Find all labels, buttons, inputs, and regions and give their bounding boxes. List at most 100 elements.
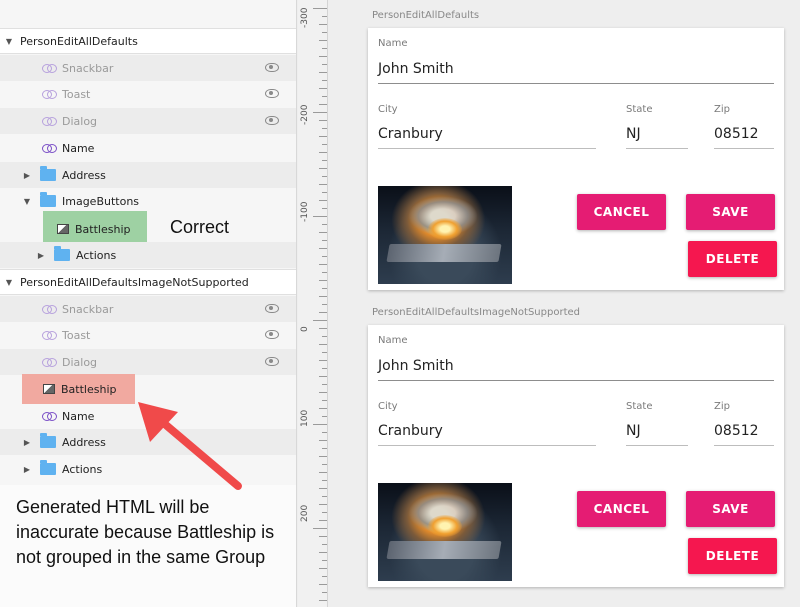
city-field[interactable]: Cranbury	[378, 423, 443, 439]
ruler-tick	[313, 320, 327, 321]
eye-icon[interactable]	[265, 357, 279, 366]
ruler-tick	[322, 576, 327, 577]
delete-button[interactable]: DELETE	[688, 241, 777, 277]
ruler-tick	[319, 584, 327, 585]
hull-graphic	[386, 244, 502, 262]
layer-label: Actions	[76, 248, 117, 262]
ruler-tick	[319, 312, 327, 313]
ruler-tick	[322, 144, 327, 145]
annotation-arrow	[138, 402, 242, 490]
zip-label: Zip	[714, 401, 730, 412]
ruler-tick	[322, 208, 327, 209]
layer-snackbar[interactable]: Snackbar	[0, 55, 296, 81]
ruler-tick	[319, 488, 327, 489]
chevron-right-icon[interactable]: ▶	[22, 171, 32, 180]
save-button[interactable]: SAVE	[686, 194, 775, 230]
ruler-label: -300	[300, 7, 310, 28]
layer-actions-folder[interactable]: ▶ Actions	[0, 242, 296, 268]
state-underline	[626, 148, 688, 149]
state-field[interactable]: NJ	[626, 126, 641, 142]
ruler-tick	[319, 520, 327, 521]
city-underline	[378, 148, 596, 149]
layer-dialog[interactable]: Dialog	[0, 108, 296, 134]
chevron-down-icon[interactable]: ▼	[4, 37, 14, 46]
ruler-tick	[322, 16, 327, 17]
person-edit-card: Name John Smith City Cranbury State NJ Z…	[368, 325, 784, 587]
layer-dialog[interactable]: Dialog	[0, 349, 296, 375]
symbol-icon	[42, 357, 57, 367]
zip-field[interactable]: 08512	[714, 423, 759, 439]
ruler-tick	[313, 8, 327, 9]
delete-button[interactable]: DELETE	[688, 538, 777, 574]
ruler-tick	[319, 328, 327, 329]
layer-battleship-correct[interactable]: Battleship	[0, 216, 296, 242]
eye-icon[interactable]	[265, 304, 279, 313]
zip-underline	[714, 445, 774, 446]
ruler-tick	[322, 304, 327, 305]
ruler-tick	[319, 232, 327, 233]
zip-field[interactable]: 08512	[714, 126, 759, 142]
save-button[interactable]: SAVE	[686, 491, 775, 527]
chevron-right-icon[interactable]: ▶	[22, 465, 32, 474]
ruler-tick	[319, 344, 327, 345]
city-underline	[378, 445, 596, 446]
ruler-tick	[319, 248, 327, 249]
layer-label: Snackbar	[62, 61, 114, 75]
eye-icon[interactable]	[265, 63, 279, 72]
ruler-tick	[322, 384, 327, 385]
ruler-tick	[319, 568, 327, 569]
ruler-tick	[322, 432, 327, 433]
state-field[interactable]: NJ	[626, 423, 641, 439]
image-icon	[43, 384, 55, 394]
name-field[interactable]: John Smith	[378, 358, 454, 374]
layer-group-image-not-supported[interactable]: ▼ PersonEditAllDefaultsImageNotSupported	[0, 269, 296, 295]
layer-name[interactable]: Name	[0, 135, 296, 161]
eye-icon[interactable]	[265, 330, 279, 339]
ruler-tick	[322, 176, 327, 177]
ruler-tick	[322, 288, 327, 289]
layer-label: Dialog	[62, 355, 98, 369]
ruler-tick	[322, 96, 327, 97]
ruler-tick	[322, 48, 327, 49]
layer-snackbar[interactable]: Snackbar	[0, 296, 296, 322]
name-field[interactable]: John Smith	[378, 61, 454, 77]
zip-label: Zip	[714, 104, 730, 115]
ruler-tick	[322, 80, 327, 81]
layer-toast[interactable]: Toast	[0, 81, 296, 107]
ruler-tick	[313, 216, 327, 217]
folder-icon	[40, 192, 56, 207]
ruler-tick	[322, 240, 327, 241]
ruler-tick	[319, 168, 327, 169]
ruler-label: 0	[300, 326, 310, 332]
cancel-button[interactable]: CANCEL	[577, 194, 666, 230]
chevron-down-icon[interactable]: ▼	[22, 197, 32, 206]
ruler-tick	[313, 112, 327, 113]
symbol-icon	[42, 63, 57, 73]
ruler-tick	[322, 448, 327, 449]
city-field[interactable]: Cranbury	[378, 126, 443, 142]
layer-label: Name	[62, 409, 95, 423]
ruler-tick	[322, 224, 327, 225]
ruler-tick	[319, 72, 327, 73]
cancel-button[interactable]: CANCEL	[577, 491, 666, 527]
chevron-right-icon[interactable]: ▶	[22, 438, 32, 447]
eye-icon[interactable]	[265, 89, 279, 98]
layer-label: ImageButtons	[62, 194, 140, 208]
layer-address-folder[interactable]: ▶ Address	[0, 162, 296, 188]
chevron-down-icon[interactable]: ▼	[4, 278, 14, 287]
ruler-tick	[319, 456, 327, 457]
chevron-right-icon[interactable]: ▶	[36, 251, 46, 260]
layer-toast[interactable]: Toast	[0, 322, 296, 348]
layer-group-person-edit-all-defaults[interactable]: ▼ PersonEditAllDefaults	[0, 28, 296, 54]
ruler-tick	[319, 152, 327, 153]
layer-label: Battleship	[75, 222, 131, 236]
ruler-tick	[319, 56, 327, 57]
ruler-tick	[322, 544, 327, 545]
ruler-tick	[322, 480, 327, 481]
ruler-tick	[319, 360, 327, 361]
layer-label: Address	[62, 435, 106, 449]
eye-icon[interactable]	[265, 116, 279, 125]
state-underline	[626, 445, 688, 446]
layer-label: Battleship	[61, 382, 117, 396]
folder-icon	[40, 460, 56, 475]
